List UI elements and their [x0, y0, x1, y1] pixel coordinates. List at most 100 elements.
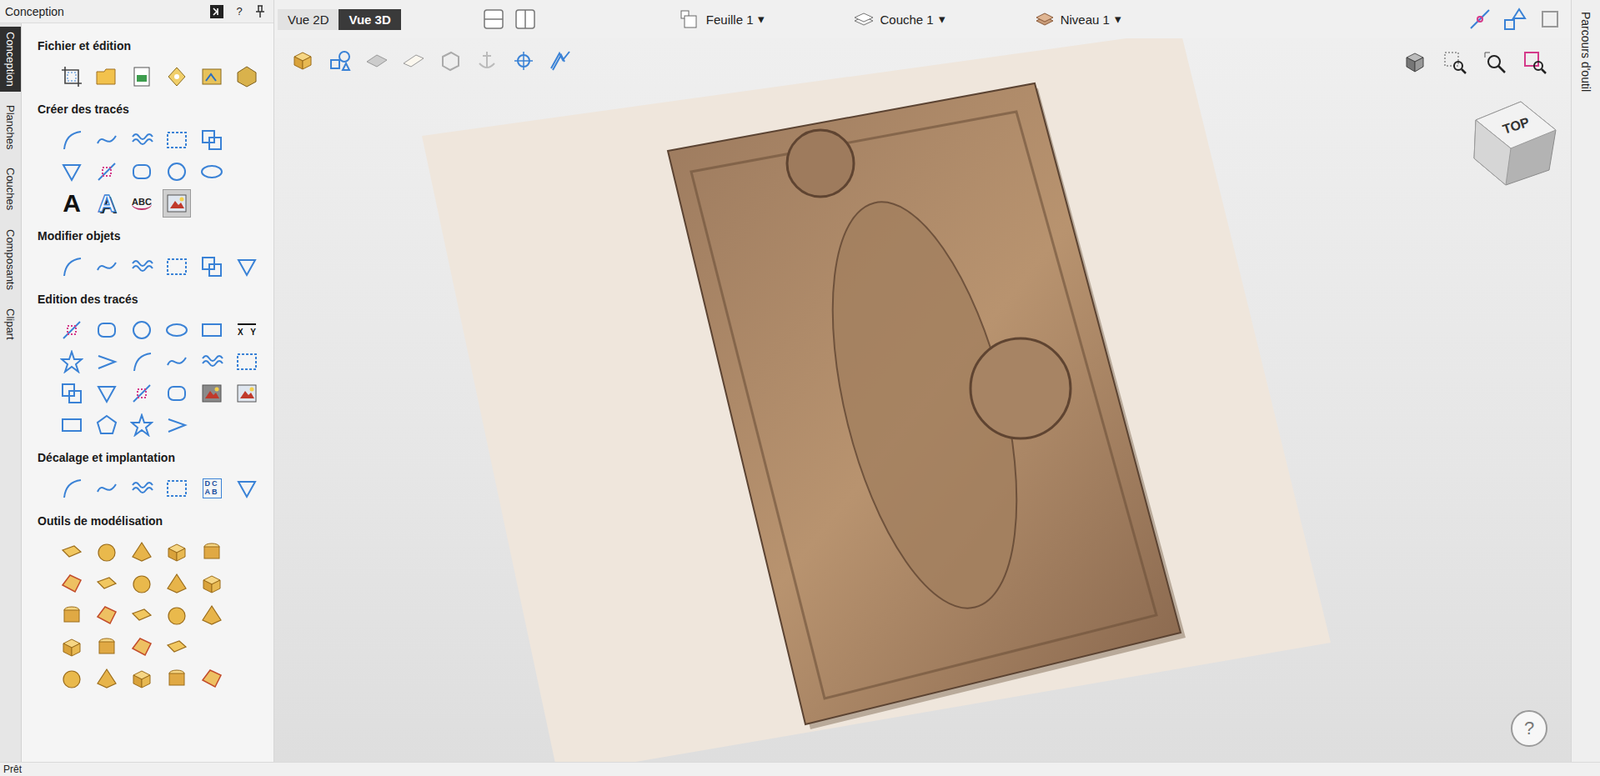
tool-button[interactable] [92, 315, 121, 345]
tool-button[interactable] [197, 569, 226, 598]
dropdown[interactable]: Feuille 1▾ [676, 7, 769, 31]
shapes-button[interactable] [326, 46, 355, 76]
tool-button[interactable]: DCAB [197, 474, 226, 503]
tool-button[interactable] [232, 62, 261, 91]
snap-button[interactable] [1465, 5, 1495, 34]
tool-button[interactable] [162, 569, 191, 598]
tool-button[interactable] [92, 62, 121, 91]
side-tab[interactable]: Couches [0, 162, 21, 216]
tool-button[interactable] [127, 664, 156, 693]
plane-button[interactable] [399, 46, 428, 76]
tool-button[interactable] [162, 252, 191, 281]
tool-button[interactable] [92, 537, 121, 567]
tool-button[interactable] [57, 569, 86, 598]
side-tab[interactable]: Clipart [0, 303, 21, 346]
dropdown[interactable]: Couche 1▾ [849, 7, 948, 31]
tool-button[interactable] [162, 62, 191, 91]
zoom-selection-button[interactable] [1520, 48, 1550, 77]
tool-button[interactable] [92, 601, 121, 630]
tool-button[interactable] [162, 632, 191, 662]
tool-button[interactable] [162, 537, 191, 567]
tool-button[interactable] [57, 411, 86, 440]
view-tab[interactable]: Vue 3D [338, 9, 401, 31]
tool-button[interactable] [127, 62, 156, 91]
tool-button[interactable]: A [57, 189, 86, 218]
tool-button[interactable] [92, 569, 121, 598]
tool-button[interactable] [127, 157, 156, 186]
tool-button[interactable] [127, 315, 156, 345]
tool-button[interactable] [162, 189, 191, 218]
collapse-button[interactable] [206, 4, 227, 20]
toolpath-button[interactable] [546, 46, 575, 76]
split-button[interactable] [512, 6, 538, 32]
tool-button[interactable] [57, 379, 86, 408]
tool-button[interactable] [127, 632, 156, 662]
pin-button[interactable] [251, 5, 269, 19]
tool-button[interactable] [127, 347, 156, 377]
toolpath-tab[interactable]: Parcours d'outil [1579, 11, 1593, 763]
tool-button[interactable] [162, 347, 191, 377]
dropdown[interactable]: Niveau 1▾ [1030, 7, 1125, 31]
node-button[interactable] [509, 46, 538, 76]
tool-button[interactable] [232, 252, 261, 281]
tool-button[interactable] [197, 664, 226, 693]
tool-button[interactable] [57, 347, 86, 377]
tool-button[interactable] [92, 664, 121, 693]
tool-button[interactable] [92, 474, 121, 503]
tool-button[interactable] [197, 252, 226, 281]
side-tab[interactable]: Planches [0, 100, 21, 155]
layout-button[interactable] [481, 6, 507, 32]
tool-button[interactable] [162, 157, 191, 186]
image-button[interactable] [362, 46, 392, 76]
tool-button[interactable] [127, 252, 156, 281]
tool-button[interactable] [197, 601, 226, 630]
tool-button[interactable] [92, 347, 121, 377]
tool-button[interactable]: A [92, 189, 121, 218]
tool-button[interactable] [197, 347, 226, 377]
tool-button[interactable] [127, 537, 156, 567]
tool-button[interactable] [232, 474, 261, 503]
tool-button[interactable] [57, 125, 86, 155]
tool-button[interactable] [197, 537, 226, 567]
tool-button[interactable] [162, 379, 191, 408]
tool-button[interactable] [162, 315, 191, 345]
tool-button[interactable] [57, 252, 86, 281]
tool-button[interactable] [162, 125, 191, 155]
tool-button[interactable] [92, 632, 121, 662]
tool-button[interactable] [197, 62, 226, 91]
tool-button[interactable]: X Y [232, 315, 261, 345]
tool-button[interactable] [197, 379, 226, 408]
tool-button[interactable] [162, 664, 191, 693]
tool-button[interactable] [232, 347, 261, 377]
select-shapes-button[interactable] [1500, 5, 1530, 34]
side-tab[interactable]: Conception [0, 26, 21, 92]
zoom-all-button[interactable] [1480, 48, 1510, 77]
tool-button[interactable] [57, 62, 86, 91]
tool-button[interactable] [162, 411, 191, 440]
tool-button[interactable] [127, 411, 156, 440]
tool-button[interactable] [92, 157, 121, 186]
tool-button[interactable] [57, 474, 86, 503]
tool-button[interactable] [197, 157, 226, 186]
tool-button[interactable] [57, 601, 86, 630]
tool-button[interactable] [162, 474, 191, 503]
anchor-button[interactable] [472, 46, 502, 76]
tool-button[interactable] [197, 315, 226, 345]
tool-button[interactable] [92, 125, 121, 155]
side-tab[interactable]: Composants [0, 224, 21, 296]
frame-button[interactable] [1535, 5, 1565, 34]
tool-button[interactable] [57, 537, 86, 567]
tool-button[interactable] [162, 601, 191, 630]
tool-button[interactable] [127, 569, 156, 598]
view-cube[interactable]: TOP [1469, 96, 1561, 192]
cube-view-button[interactable] [1400, 48, 1430, 77]
box-button[interactable] [436, 46, 465, 76]
tool-button[interactable] [57, 664, 86, 693]
tool-button[interactable] [92, 411, 121, 440]
tool-button[interactable] [57, 315, 86, 345]
tool-button[interactable] [127, 601, 156, 630]
tool-button[interactable] [92, 252, 121, 281]
3d-canvas[interactable]: TOP? [274, 38, 1571, 763]
tool-button[interactable] [57, 157, 86, 186]
model-button[interactable] [289, 46, 318, 76]
